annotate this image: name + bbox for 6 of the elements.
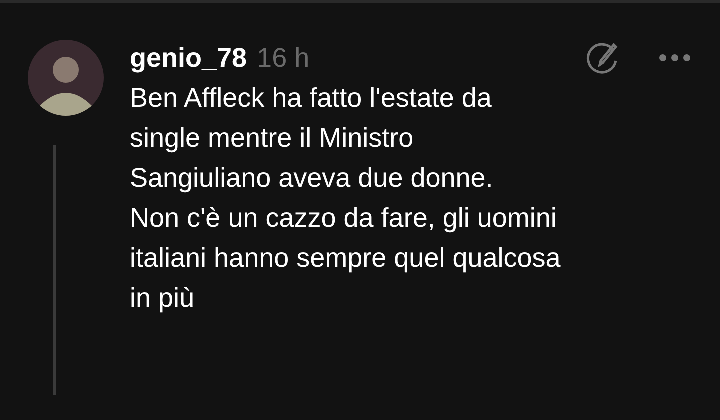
edit-icon[interactable]	[586, 41, 620, 75]
more-icon[interactable]	[658, 53, 692, 63]
comment-text: Ben Affleck ha fatto l'estate da single mentre il Ministro Sangiuliano aveva due donne. Non c'è un cazzo da fare, gli uomini italiani hanno sempre quel qualcosa in più	[130, 82, 562, 315]
timestamp: 16 h	[257, 42, 310, 75]
username[interactable]: genio_78	[130, 38, 248, 78]
avatar[interactable]	[28, 40, 104, 116]
